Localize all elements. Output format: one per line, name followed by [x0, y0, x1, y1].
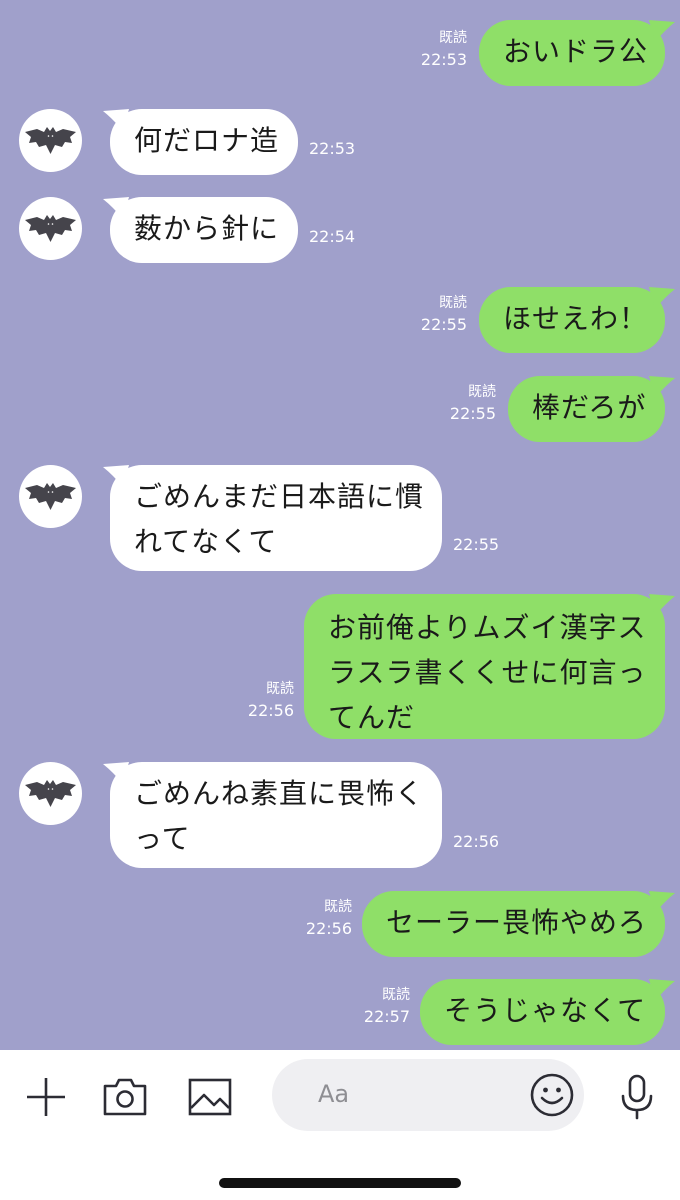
message-input-bar: Aa	[0, 1050, 680, 1200]
message-text-line: って	[134, 822, 191, 855]
message-text: ほせえわ！	[503, 302, 649, 335]
microphone-icon[interactable]	[614, 1074, 660, 1120]
message-text-line: お前俺よりムズイ漢字ス	[328, 611, 647, 644]
chat-area[interactable]: 既読 22:53 おいドラ公 何だロナ造 22:53 薮から針に 22:54 既…	[0, 0, 680, 1050]
read-receipt: 既読	[439, 295, 467, 311]
message-input[interactable]: Aa	[272, 1059, 584, 1131]
message-row: 既読 22:56 お前俺よりムズイ漢字ス ラスラ書くくせに何言っ てんだ	[0, 594, 680, 739]
message-text-line: れてなくて	[134, 525, 278, 558]
bat-icon	[25, 127, 76, 154]
message-text: セーラー畏怖やめろ	[386, 906, 648, 939]
message-text-line: ごめんまだ日本語に慣	[134, 480, 425, 513]
bubble-tail	[649, 979, 675, 1001]
bubble-tail	[649, 287, 675, 309]
message-meta: 既読 22:56	[284, 896, 352, 940]
outgoing-message-bubble[interactable]: 棒だろが	[508, 376, 665, 442]
message-time: 22:55	[420, 315, 467, 334]
message-time: 22:55	[449, 404, 496, 423]
message-text-line: ごめんね素直に畏怖く	[134, 777, 425, 810]
plus-icon[interactable]	[23, 1074, 69, 1120]
avatar[interactable]	[19, 762, 82, 825]
read-receipt: 既読	[468, 384, 496, 400]
message-input-placeholder: Aa	[318, 1080, 350, 1108]
message-text-line: てんだ	[328, 701, 416, 734]
message-time: 22:56	[305, 919, 352, 938]
message-text: 薮から針に	[134, 212, 280, 245]
bubble-tail	[649, 594, 675, 616]
read-receipt: 既読	[266, 681, 294, 697]
message-time: 22:53	[309, 139, 356, 158]
incoming-message-bubble[interactable]: 何だロナ造	[110, 109, 298, 175]
incoming-message-bubble[interactable]: ごめんまだ日本語に慣 れてなくて	[110, 465, 442, 571]
outgoing-message-bubble[interactable]: セーラー畏怖やめろ	[362, 891, 665, 957]
outgoing-message-bubble[interactable]: ほせえわ！	[479, 287, 665, 353]
avatar[interactable]	[19, 109, 82, 172]
message-meta: 既読 22:53	[400, 27, 467, 71]
message-row: 薮から針に 22:54	[0, 197, 680, 263]
message-text: そうじゃなくて	[444, 994, 647, 1027]
message-row: ごめんね素直に畏怖く って 22:56	[0, 762, 680, 868]
bat-icon	[25, 215, 76, 242]
incoming-message-bubble[interactable]: ごめんね素直に畏怖く って	[110, 762, 442, 868]
message-time: 22:55	[453, 535, 500, 554]
message-row: 既読 22:56 セーラー畏怖やめろ	[0, 891, 680, 957]
message-time: 22:56	[247, 701, 294, 720]
message-row: 既読 22:57 そうじゃなくて	[0, 979, 680, 1045]
bubble-tail	[649, 891, 675, 913]
message-meta: 既読 22:57	[342, 984, 410, 1028]
bat-icon	[25, 483, 76, 510]
message-row: 既読 22:55 棒だろが	[0, 376, 680, 442]
message-row: 既読 22:53 おいドラ公	[0, 20, 680, 86]
home-indicator	[219, 1178, 461, 1188]
message-meta: 既読 22:56	[228, 678, 294, 722]
read-receipt: 既読	[324, 899, 352, 915]
message-time: 22:53	[420, 50, 467, 69]
read-receipt: 既読	[382, 987, 410, 1003]
bubble-tail	[649, 376, 675, 398]
emoji-icon[interactable]	[529, 1072, 575, 1118]
avatar[interactable]	[19, 465, 82, 528]
outgoing-message-bubble[interactable]: お前俺よりムズイ漢字ス ラスラ書くくせに何言っ てんだ	[304, 594, 665, 739]
message-time: 22:54	[309, 227, 356, 246]
message-meta: 既読 22:55	[400, 292, 467, 336]
bat-icon	[25, 780, 76, 807]
message-text: 何だロナ造	[134, 124, 280, 157]
bubble-tail	[649, 20, 675, 42]
message-row: 何だロナ造 22:53	[0, 109, 680, 175]
message-text: おいドラ公	[503, 35, 649, 68]
read-receipt: 既読	[439, 30, 467, 46]
message-time: 22:56	[453, 832, 500, 851]
avatar[interactable]	[19, 197, 82, 260]
message-row: 既読 22:55 ほせえわ！	[0, 287, 680, 353]
image-icon[interactable]	[187, 1074, 233, 1120]
message-meta: 既読 22:55	[430, 381, 496, 425]
message-text-line: ラスラ書くくせに何言っ	[328, 656, 647, 689]
incoming-message-bubble[interactable]: 薮から針に	[110, 197, 298, 263]
message-text: 棒だろが	[532, 391, 647, 424]
outgoing-message-bubble[interactable]: そうじゃなくて	[420, 979, 665, 1045]
outgoing-message-bubble[interactable]: おいドラ公	[479, 20, 665, 86]
message-time: 22:57	[363, 1007, 410, 1026]
camera-icon[interactable]	[102, 1074, 148, 1120]
message-row: ごめんまだ日本語に慣 れてなくて 22:55	[0, 465, 680, 571]
